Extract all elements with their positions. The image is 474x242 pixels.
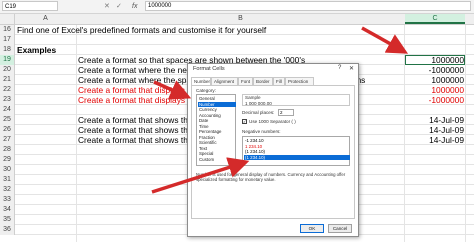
- category-label: Category:: [196, 88, 216, 93]
- tab-border[interactable]: Border: [253, 77, 273, 85]
- separator-label: Use 1000 Separator ( ): [249, 119, 296, 124]
- row-header[interactable]: 36: [0, 225, 15, 235]
- cell-a16[interactable]: Find one of Excel's predefined formats a…: [17, 25, 266, 35]
- column-headers: A B C: [0, 14, 474, 25]
- format-cells-dialog: Format Cells ? ✕ Number Alignment Font B…: [187, 63, 359, 237]
- row-header[interactable]: 20: [0, 65, 15, 75]
- sample-label: Sample: [245, 95, 261, 100]
- cell-c20[interactable]: -1000000: [429, 65, 464, 75]
- cell-c21[interactable]: 1000000: [431, 75, 464, 85]
- cell-c23[interactable]: -1000000: [429, 95, 464, 105]
- row-header[interactable]: 35: [0, 215, 15, 225]
- cancel-icon[interactable]: ✕: [104, 1, 110, 12]
- cell-b26[interactable]: Create a format that shows this: [78, 125, 194, 135]
- cell-b25[interactable]: Create a format that shows this c: [78, 115, 200, 125]
- cell-b27[interactable]: Create a format that shows this: [78, 135, 194, 145]
- decimal-places-label: Decimal places:: [242, 110, 275, 115]
- row-header[interactable]: 28: [0, 145, 15, 155]
- cancel-button[interactable]: Cancel: [328, 224, 352, 233]
- decimal-places-spinner[interactable]: 2: [278, 109, 294, 116]
- negative-option-selected[interactable]: (1 234.10): [244, 154, 350, 160]
- cell-c26[interactable]: 14-Jul-09: [429, 125, 464, 135]
- negative-numbers-label: Negative numbers:: [242, 129, 281, 134]
- table-row: 16 Find one of Excel's predefined formats…: [0, 25, 474, 35]
- tab-fill[interactable]: Fill: [273, 77, 285, 85]
- negative-numbers-list[interactable]: -1 234.10 1 234.10 (1 234.10) (1 234.10): [242, 136, 350, 166]
- row-header[interactable]: 31: [0, 175, 15, 185]
- tab-font[interactable]: Font: [238, 77, 253, 85]
- cell-c25[interactable]: 14-Jul-09: [429, 115, 464, 125]
- cell-b20[interactable]: Create a format where the negat: [78, 65, 199, 75]
- dialog-title: Format Cells: [193, 66, 225, 72]
- close-icon[interactable]: ✕: [349, 65, 354, 72]
- help-icon[interactable]: ?: [338, 65, 341, 71]
- function-icon[interactable]: fx: [132, 0, 137, 13]
- table-row: 18 Examples: [0, 45, 474, 55]
- row-header[interactable]: 16: [0, 25, 15, 35]
- formula-input[interactable]: 1000000: [145, 1, 471, 11]
- row-header[interactable]: 27: [0, 135, 15, 145]
- row-header[interactable]: 23: [0, 95, 15, 105]
- formula-bar: C19 ✕ ✓ fx 1000000: [0, 0, 474, 14]
- select-all-corner[interactable]: [0, 14, 15, 24]
- column-header-a[interactable]: A: [15, 14, 76, 24]
- cell-c22[interactable]: 1000000: [431, 85, 464, 95]
- sample-value: 1 000 000.00: [245, 100, 272, 106]
- cell-c27[interactable]: 14-Jul-09: [429, 135, 464, 145]
- column-header-c[interactable]: C: [405, 14, 465, 24]
- row-header[interactable]: 22: [0, 85, 15, 95]
- row-header[interactable]: 30: [0, 165, 15, 175]
- name-box[interactable]: C19: [2, 1, 58, 11]
- cell-b23[interactable]: Create a format that displays in: [78, 95, 194, 105]
- row-header[interactable]: 34: [0, 205, 15, 215]
- row-header[interactable]: 26: [0, 125, 15, 135]
- cell-c19[interactable]: 1000000: [431, 55, 464, 65]
- ok-button[interactable]: OK: [300, 224, 324, 233]
- format-description: Number is used for general display of nu…: [196, 172, 346, 183]
- row-header[interactable]: 18: [0, 45, 15, 55]
- dialog-titlebar[interactable]: Format Cells ? ✕: [188, 64, 358, 76]
- category-list[interactable]: General Number Currency Accounting Date …: [196, 94, 236, 166]
- tab-protection[interactable]: Protection: [285, 77, 314, 85]
- category-item[interactable]: Custom: [198, 157, 236, 163]
- row-header[interactable]: 25: [0, 115, 15, 125]
- row-header[interactable]: 32: [0, 185, 15, 195]
- cell-b22[interactable]: Create a format that displays the: [78, 85, 199, 95]
- cell-b21[interactable]: Create a format where the space: [78, 75, 200, 85]
- row-header[interactable]: 21: [0, 75, 15, 85]
- row-header[interactable]: 33: [0, 195, 15, 205]
- separator-checkbox[interactable]: ✓: [242, 119, 247, 124]
- tab-alignment[interactable]: Alignment: [211, 77, 238, 85]
- row-header[interactable]: 19: [0, 55, 15, 65]
- row-header[interactable]: 17: [0, 35, 15, 45]
- sample-box: Sample 1 000 000.00: [242, 94, 350, 106]
- cell-a18[interactable]: Examples: [17, 45, 56, 55]
- row-header[interactable]: 24: [0, 105, 15, 115]
- number-tab-panel: Category: General Number Currency Accoun…: [191, 85, 355, 219]
- enter-icon[interactable]: ✓: [116, 1, 122, 12]
- column-header-b[interactable]: B: [77, 14, 404, 24]
- row-header[interactable]: 29: [0, 155, 15, 165]
- table-row: 17: [0, 35, 474, 45]
